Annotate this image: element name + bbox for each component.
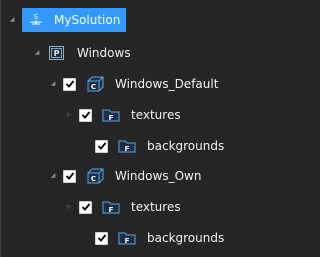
checkmark-icon bbox=[65, 172, 74, 180]
config-icon: C bbox=[85, 75, 105, 93]
tree-node-folder[interactable]: F backgrounds bbox=[95, 135, 224, 157]
tree-node-project[interactable]: ◢ P Windows bbox=[33, 42, 131, 64]
tree-node-config[interactable]: ◢ C Windows_Default bbox=[49, 73, 218, 95]
expand-arrow-icon[interactable]: ◢ bbox=[49, 80, 57, 88]
folder-checkbox[interactable] bbox=[95, 231, 108, 245]
folder-checkbox[interactable] bbox=[95, 139, 108, 153]
selected-row[interactable]: S MySolution bbox=[22, 8, 127, 32]
checkmark-icon bbox=[97, 234, 106, 242]
folder-label: backgrounds bbox=[147, 139, 225, 153]
expand-arrow-icon[interactable]: ◢ bbox=[33, 49, 41, 57]
svg-text:F: F bbox=[125, 237, 130, 245]
config-checkbox[interactable] bbox=[63, 77, 76, 91]
solution-label: MySolution bbox=[54, 13, 121, 27]
svg-text:F: F bbox=[125, 145, 130, 153]
folder-label: backgrounds bbox=[147, 231, 225, 245]
expand-arrow-icon[interactable]: ◢ bbox=[8, 16, 16, 24]
folder-label: textures bbox=[131, 108, 181, 122]
solution-icon: S bbox=[26, 11, 46, 29]
checkmark-icon bbox=[65, 80, 74, 88]
expand-arrow-icon[interactable]: ▷ bbox=[65, 111, 73, 119]
folder-icon: F bbox=[117, 229, 137, 247]
folder-icon: F bbox=[101, 198, 121, 216]
expand-arrow-icon[interactable]: ▷ bbox=[65, 203, 73, 211]
solution-tree: ◢ S MySolution ◢ P Windows ◢ C Windows_D… bbox=[0, 0, 320, 257]
folder-icon: F bbox=[117, 137, 137, 155]
svg-text:P: P bbox=[54, 49, 60, 58]
project-icon: P bbox=[47, 44, 67, 62]
tree-node-config[interactable]: ◢ C Windows_Own bbox=[49, 165, 201, 187]
config-label: Windows_Default bbox=[115, 77, 219, 91]
tree-node-solution[interactable]: ◢ S MySolution bbox=[8, 8, 127, 32]
tree-node-folder[interactable]: ▷ F textures bbox=[65, 104, 181, 126]
tree-node-folder[interactable]: F backgrounds bbox=[95, 227, 224, 249]
folder-icon: F bbox=[101, 106, 121, 124]
svg-text:F: F bbox=[109, 114, 114, 122]
folder-label: textures bbox=[131, 200, 181, 214]
checkmark-icon bbox=[81, 111, 90, 119]
svg-text:F: F bbox=[109, 206, 114, 214]
svg-text:C: C bbox=[91, 175, 96, 183]
checkmark-icon bbox=[97, 142, 106, 150]
config-checkbox[interactable] bbox=[63, 169, 76, 183]
config-icon: C bbox=[85, 167, 105, 185]
expand-arrow-icon[interactable]: ◢ bbox=[49, 172, 57, 180]
checkmark-icon bbox=[81, 203, 90, 211]
tree-node-folder[interactable]: ▷ F textures bbox=[65, 196, 181, 218]
svg-text:C: C bbox=[91, 83, 96, 91]
folder-checkbox[interactable] bbox=[79, 108, 92, 122]
svg-text:S: S bbox=[34, 13, 39, 21]
folder-checkbox[interactable] bbox=[79, 200, 92, 214]
config-label: Windows_Own bbox=[115, 169, 202, 183]
project-label: Windows bbox=[77, 46, 131, 60]
